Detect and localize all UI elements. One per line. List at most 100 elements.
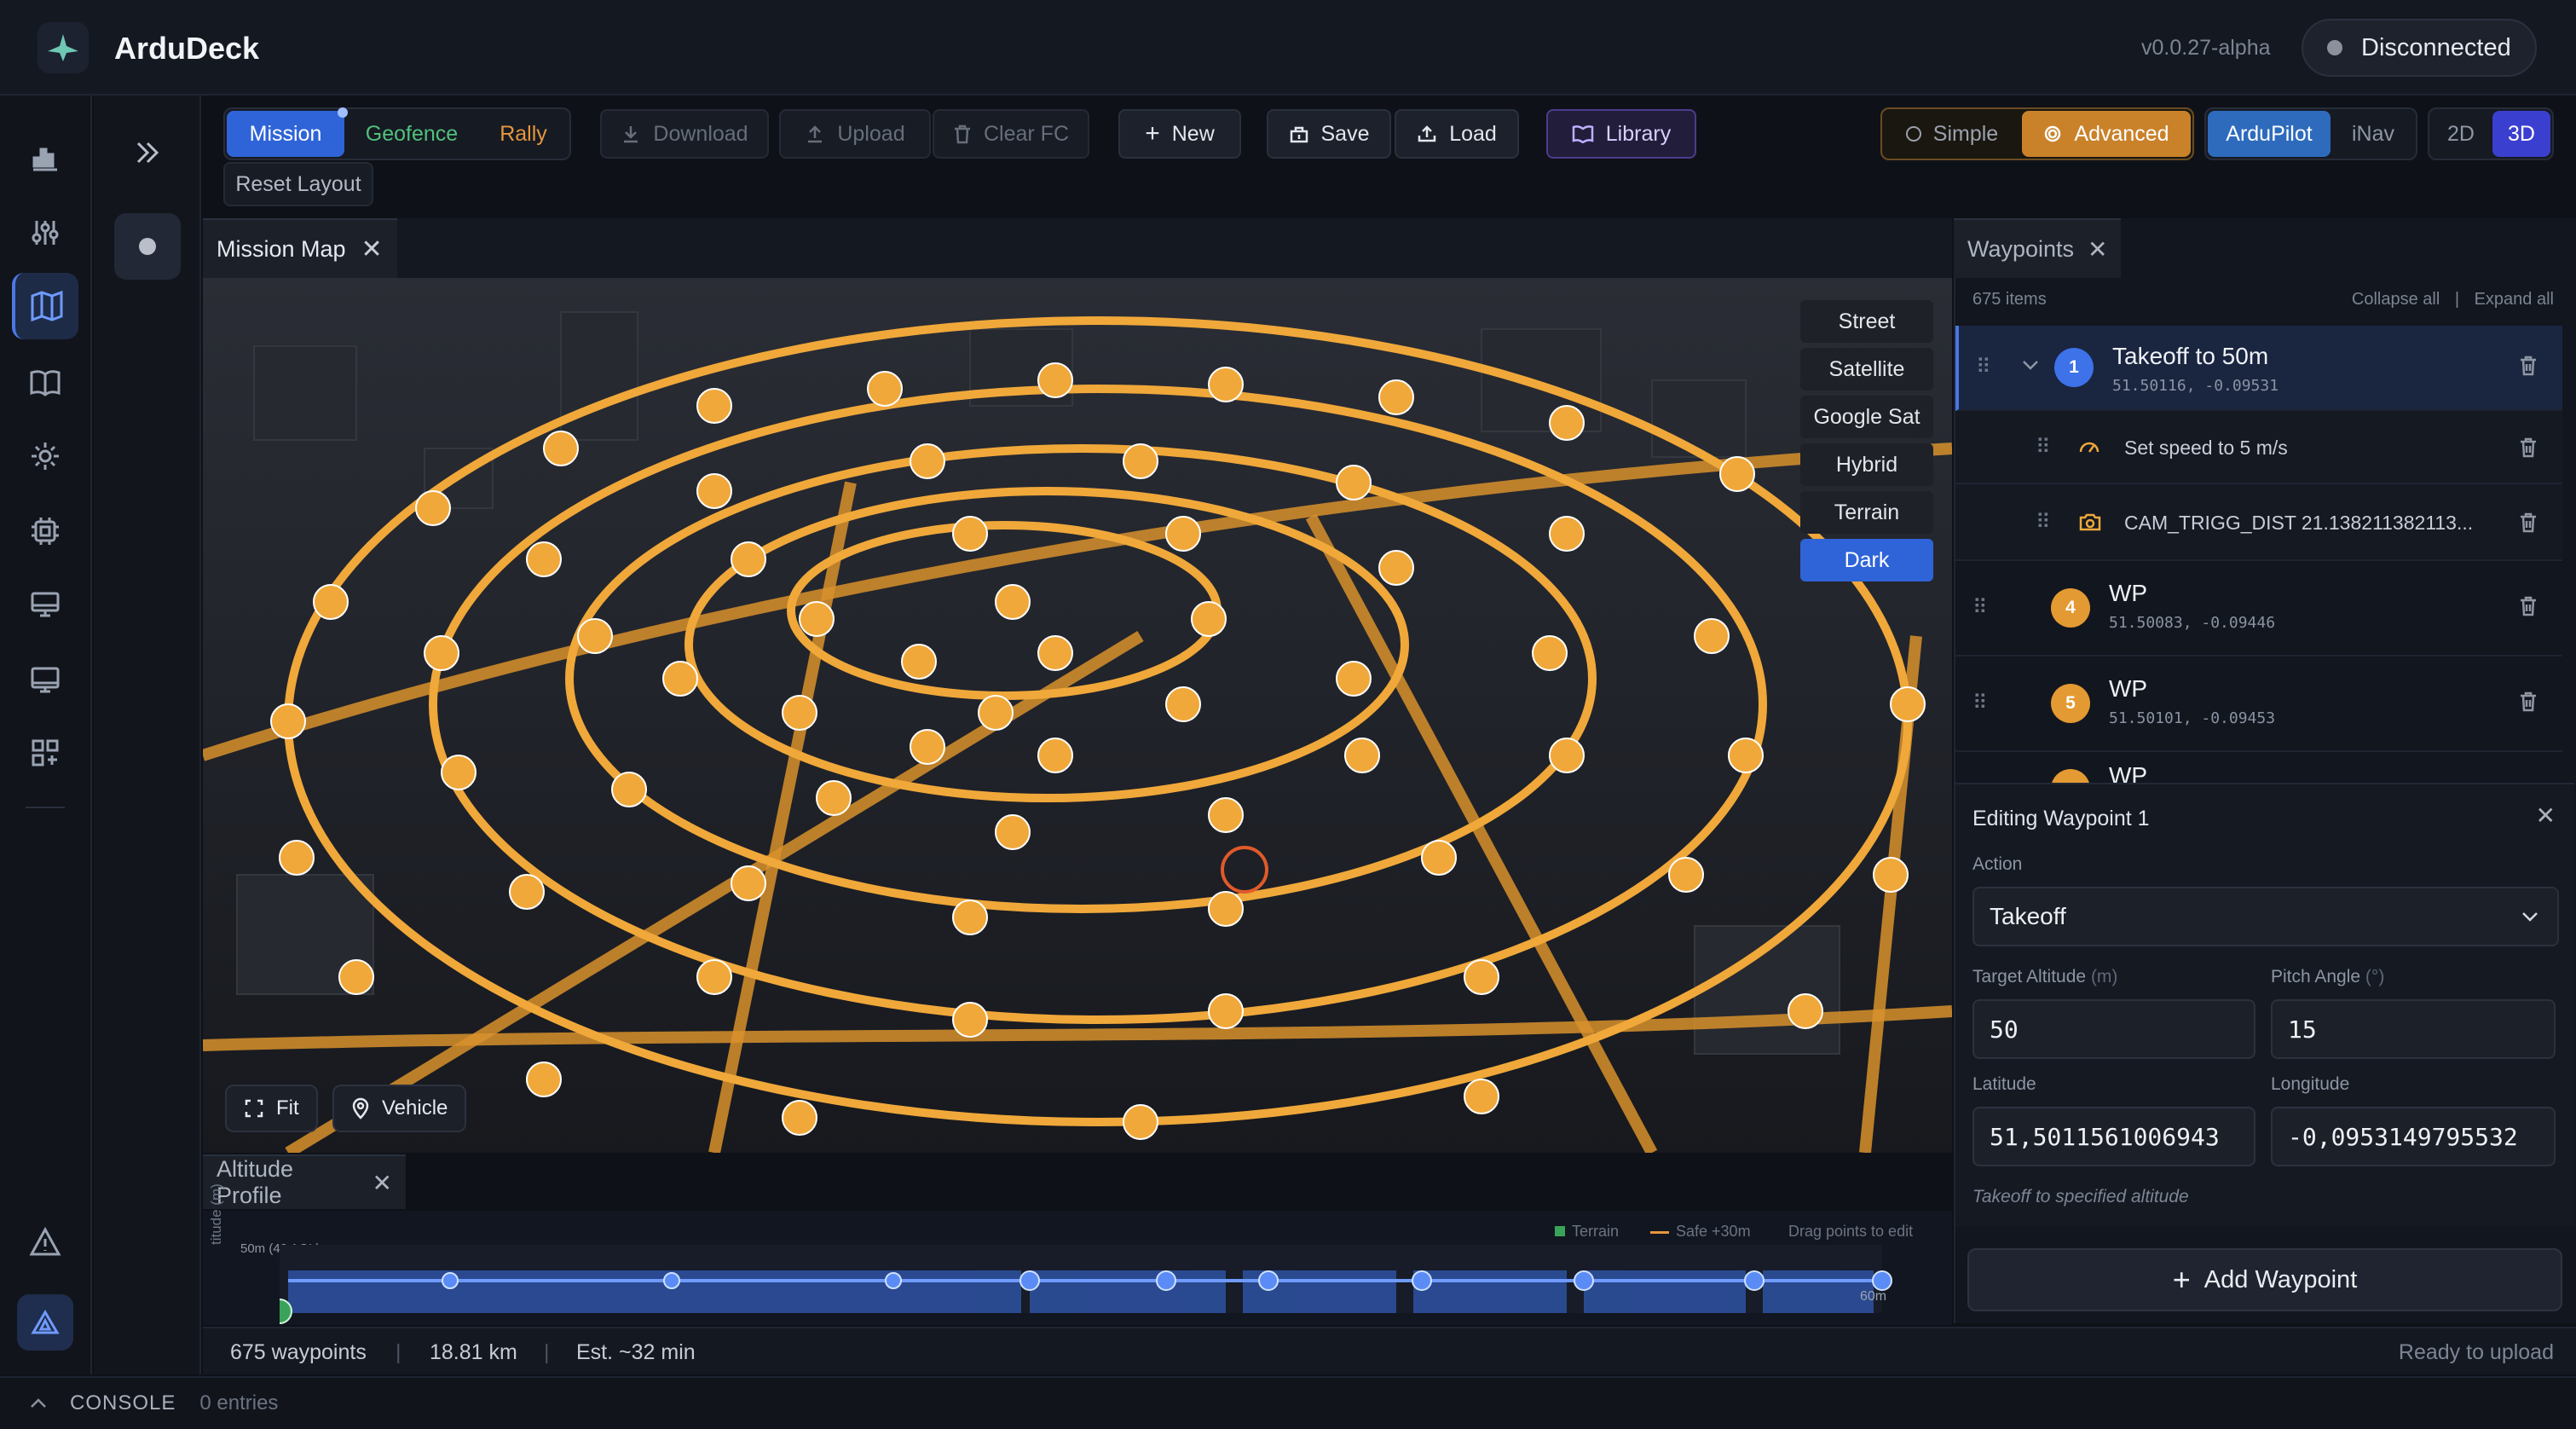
fit-button[interactable]: Fit bbox=[225, 1085, 318, 1132]
link-separator: | bbox=[2454, 290, 2460, 309]
layer-satellite-option[interactable]: Satellite bbox=[1800, 348, 1933, 391]
view-3d-label: 3D bbox=[2508, 121, 2535, 146]
nav-mission-button[interactable] bbox=[12, 273, 78, 339]
fit-label: Fit bbox=[276, 1096, 299, 1119]
map-icon bbox=[31, 290, 63, 322]
tab-rally[interactable]: Rally bbox=[479, 111, 568, 157]
waypoint-row-4[interactable]: ⠿ 4 WP 51.50083, -0.09446 bbox=[1955, 561, 2562, 657]
nav-alerts-button[interactable] bbox=[12, 1209, 78, 1276]
warning-icon bbox=[29, 1226, 61, 1256]
pitch-angle-input[interactable]: 15 bbox=[2271, 999, 2556, 1059]
upload-button[interactable]: Upload bbox=[779, 109, 931, 159]
nav-hardware-button[interactable] bbox=[12, 498, 78, 564]
inav-button[interactable]: iNav bbox=[2332, 111, 2414, 157]
expand-all-link[interactable]: Expand all bbox=[2475, 290, 2554, 309]
view-2d-button[interactable]: 2D bbox=[2431, 111, 2491, 157]
waypoint-row-3[interactable]: ⠿ CAM_TRIGG_DIST 21.138211382113... bbox=[1955, 484, 2562, 561]
tab-waypoints[interactable]: Waypoints ✕ bbox=[1954, 218, 2121, 278]
layer-dark-option[interactable]: Dark bbox=[1800, 539, 1933, 581]
chevron-down-icon[interactable] bbox=[2020, 358, 2041, 372]
connection-button[interactable]: Disconnected bbox=[2302, 19, 2537, 77]
delete-icon[interactable] bbox=[2518, 595, 2538, 617]
ardupilot-button[interactable]: ArduPilot bbox=[2208, 111, 2331, 157]
map-3d-view[interactable] bbox=[203, 278, 1952, 1153]
layer-google-sat-option[interactable]: Google Sat bbox=[1800, 396, 1933, 438]
app-root: ArduDeck v0.0.27-alpha Disconnected Miss… bbox=[0, 0, 2576, 1429]
nav-parameters-button[interactable] bbox=[12, 200, 78, 266]
plus-icon: + bbox=[2172, 1262, 2191, 1297]
view-3d-button[interactable]: 3D bbox=[2492, 111, 2550, 157]
nav-cli-button[interactable] bbox=[12, 571, 78, 638]
close-icon[interactable]: ✕ bbox=[2536, 801, 2556, 830]
status-time: Est. ~32 min bbox=[576, 1340, 696, 1364]
latitude-label: Latitude bbox=[1972, 1074, 2036, 1094]
layer-terrain-option[interactable]: Terrain bbox=[1800, 491, 1933, 534]
library-button[interactable]: Library bbox=[1546, 109, 1696, 159]
chevron-up-icon bbox=[31, 1398, 46, 1408]
tab-mission-map[interactable]: Mission Map ✕ bbox=[203, 218, 397, 278]
latitude-input[interactable]: 51,5011561006943 bbox=[1972, 1107, 2255, 1166]
collapse-all-link[interactable]: Collapse all bbox=[2352, 290, 2440, 309]
altitude-profile-plot[interactable] bbox=[280, 1236, 1950, 1325]
waypoint-row-1[interactable]: ⠿ 1 Takeoff to 50m 51.50116, -0.09531 bbox=[1955, 326, 2562, 411]
drag-handle-icon[interactable]: ⠿ bbox=[1976, 355, 1991, 379]
expand-rail-button[interactable] bbox=[128, 133, 167, 172]
close-icon[interactable]: ✕ bbox=[373, 1169, 392, 1197]
status-ready: Ready to upload bbox=[2398, 1340, 2554, 1364]
delete-icon[interactable] bbox=[2518, 355, 2538, 377]
nav-docs-button[interactable] bbox=[12, 350, 78, 416]
drag-handle-icon[interactable]: ⠿ bbox=[1972, 595, 1988, 620]
add-waypoint-button[interactable]: + Add Waypoint bbox=[1967, 1248, 2562, 1311]
drag-handle-icon[interactable]: ⠿ bbox=[1972, 691, 1988, 715]
nav-display-button[interactable] bbox=[12, 646, 78, 713]
tab-geofence[interactable]: Geofence bbox=[348, 111, 476, 157]
nav-logo-button[interactable] bbox=[17, 1294, 73, 1351]
close-icon[interactable]: ✕ bbox=[361, 234, 383, 264]
save-button[interactable]: Save bbox=[1267, 109, 1391, 159]
rail-record-button[interactable] bbox=[114, 213, 181, 280]
sliders-icon bbox=[32, 221, 59, 245]
tab-mission[interactable]: Mission bbox=[227, 107, 348, 157]
console-bar[interactable]: CONSOLE 0 entries bbox=[0, 1376, 2576, 1429]
waypoint-row-6[interactable]: WP bbox=[1955, 752, 2562, 783]
waypoint-command-label: Set speed to 5 m/s bbox=[2124, 437, 2288, 459]
action-select[interactable]: Takeoff bbox=[1972, 887, 2559, 946]
simple-mode-button[interactable]: Simple bbox=[1884, 111, 2020, 157]
layer-street-option[interactable]: Street bbox=[1800, 300, 1933, 343]
advanced-mode-label: Advanced bbox=[2074, 121, 2169, 146]
nav-settings-button[interactable] bbox=[12, 423, 78, 489]
clear-fc-button[interactable]: Clear FC bbox=[933, 109, 1089, 159]
nav-modules-button[interactable] bbox=[12, 720, 78, 786]
mission-map-tab-label: Mission Map bbox=[217, 235, 346, 262]
vehicle-button[interactable]: Vehicle bbox=[332, 1085, 467, 1132]
close-icon[interactable]: ✕ bbox=[2088, 235, 2107, 263]
layer-hybrid-option[interactable]: Hybrid bbox=[1800, 443, 1933, 486]
delete-icon[interactable] bbox=[2518, 691, 2538, 713]
advanced-mode-button[interactable]: Advanced bbox=[2022, 111, 2191, 157]
library-label: Library bbox=[1605, 121, 1672, 146]
waypoint-row-2[interactable]: ⠿ Set speed to 5 m/s bbox=[1955, 411, 2562, 484]
status-bar: 675 waypoints | 18.81 km | Est. ~32 min … bbox=[203, 1327, 2576, 1374]
reset-layout-button[interactable]: Reset Layout bbox=[223, 162, 373, 206]
longitude-input[interactable]: -0,0953149795532 bbox=[2271, 1107, 2556, 1166]
drag-handle-icon[interactable]: ⠿ bbox=[2036, 510, 2051, 535]
delete-icon[interactable] bbox=[2518, 512, 2538, 534]
tab-altitude-profile[interactable]: Altitude Profile ✕ bbox=[203, 1154, 406, 1209]
action-hint: Takeoff to specified altitude bbox=[1972, 1187, 2189, 1206]
load-button[interactable]: Load bbox=[1395, 109, 1519, 159]
waypoint-title: WP bbox=[2109, 580, 2148, 606]
nav-telemetry-button[interactable] bbox=[12, 124, 78, 191]
mission-map[interactable] bbox=[203, 278, 1952, 1153]
download-button[interactable]: Download bbox=[600, 109, 769, 159]
console-label: CONSOLE bbox=[70, 1391, 176, 1415]
waypoint-row-5[interactable]: ⠿ 5 WP 51.50101, -0.09453 bbox=[1955, 657, 2562, 752]
altitude-profile-chart[interactable]: titude (m) 50m (42 AGL) Terrain Safe +30… bbox=[203, 1183, 1952, 1325]
logo-icon bbox=[31, 1310, 60, 1334]
altitude-profile-tab-label: Altitude Profile bbox=[217, 1156, 294, 1208]
delete-icon[interactable] bbox=[2518, 437, 2538, 459]
target-altitude-input[interactable]: 50 bbox=[1972, 999, 2255, 1059]
new-button[interactable]: + New bbox=[1118, 109, 1241, 159]
book-icon bbox=[30, 370, 61, 396]
panel-rail bbox=[94, 95, 201, 1374]
drag-handle-icon[interactable]: ⠿ bbox=[2036, 435, 2051, 460]
